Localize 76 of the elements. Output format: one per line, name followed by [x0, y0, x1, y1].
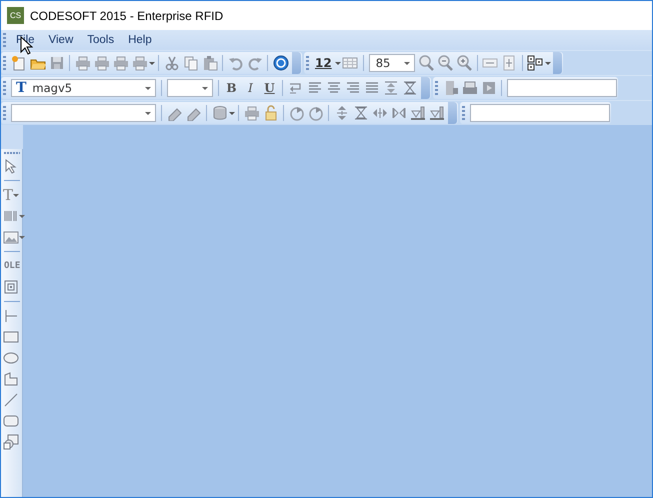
rotate-icon: [288, 105, 304, 121]
font-size-button[interactable]: 12: [312, 56, 335, 70]
zoom-out-button[interactable]: [436, 53, 455, 73]
grid-icon: [342, 55, 358, 71]
printer-icon: [74, 55, 90, 71]
format-button[interactable]: I: [241, 78, 260, 98]
zoom-button[interactable]: [416, 53, 436, 73]
text-tool-icon: T: [3, 187, 14, 203]
combo-box[interactable]: 85: [368, 54, 415, 72]
input-field[interactable]: [470, 104, 610, 122]
app-icon: CS: [7, 7, 24, 24]
vertical-compress-icon: [352, 105, 368, 121]
layout-icon: [527, 55, 544, 71]
new-file-icon: [10, 55, 26, 71]
image-icon: [3, 229, 19, 245]
menu-grip[interactable]: [3, 33, 6, 47]
bottom-align-icon: [410, 105, 426, 121]
cut-icon: [164, 55, 180, 71]
ellipse-icon: [3, 350, 19, 366]
menu-item[interactable]: Help: [121, 34, 159, 46]
arrow-icon: [3, 158, 19, 174]
save-icon: [48, 55, 64, 71]
printer-icon: [132, 55, 148, 71]
format-button[interactable]: B: [222, 78, 241, 98]
combo-value: 85: [374, 56, 390, 70]
combo-box[interactable]: T magv5: [11, 79, 156, 97]
input-field[interactable]: [507, 79, 617, 97]
paste-icon: [202, 55, 218, 71]
combo-value: magv5: [31, 81, 72, 95]
zoom-out-icon: [437, 55, 454, 71]
help-icon: [272, 55, 288, 71]
toolbar-grip[interactable]: [462, 106, 465, 120]
database-icon: [212, 105, 228, 121]
line-tool-icon: [3, 308, 19, 324]
rotate-icon: [308, 105, 324, 121]
tray-icon: [462, 80, 478, 96]
combo-box[interactable]: [11, 104, 156, 122]
diagonal-line-icon: [3, 392, 19, 408]
redo-icon: [246, 55, 262, 71]
printer-icon: [94, 55, 110, 71]
rectangle-icon: [3, 329, 19, 345]
zoom-in-button[interactable]: [454, 53, 474, 73]
shrink-icon: [390, 105, 406, 121]
zoom-in-icon: [456, 55, 472, 71]
layout-button[interactable]: [526, 53, 545, 73]
font-type-icon: T: [12, 80, 26, 96]
width-icon: [372, 105, 388, 121]
caret-icon: [13, 194, 20, 200]
polygon-icon: [3, 371, 19, 387]
toolbar-grip[interactable]: [3, 81, 6, 95]
window-title: CODESOFT 2015 - Enterprise RFID: [30, 8, 224, 22]
shapes-icon: [3, 434, 19, 450]
help-button[interactable]: [271, 53, 290, 73]
play-icon: [480, 80, 496, 96]
vertical-spread-icon: [382, 80, 398, 96]
shapes-tool[interactable]: [1, 433, 19, 451]
printer-icon: [244, 105, 260, 121]
fit-page-icon: [501, 55, 518, 71]
printer-icon: [112, 55, 128, 71]
toolbar-grip[interactable]: [435, 81, 438, 95]
zoom-icon: [418, 55, 434, 71]
lock-icon: [262, 105, 278, 121]
menu-item[interactable]: Tools: [80, 34, 122, 46]
toolbar-grip[interactable]: [3, 56, 6, 70]
copy-icon: [182, 55, 198, 71]
menu-item[interactable]: View: [42, 34, 80, 46]
barcode-icon: [3, 208, 19, 224]
toolbar-grip[interactable]: [306, 56, 309, 70]
rounded-rectangle-icon: [3, 413, 19, 429]
vertical-compress-icon: [402, 80, 418, 96]
bottom-align-icon: [428, 105, 444, 121]
frame-icon: [3, 279, 19, 295]
combo-box[interactable]: [167, 79, 213, 97]
format-button[interactable]: U: [260, 78, 279, 98]
toolbar-grip[interactable]: [3, 106, 6, 120]
undo-icon: [228, 55, 244, 71]
